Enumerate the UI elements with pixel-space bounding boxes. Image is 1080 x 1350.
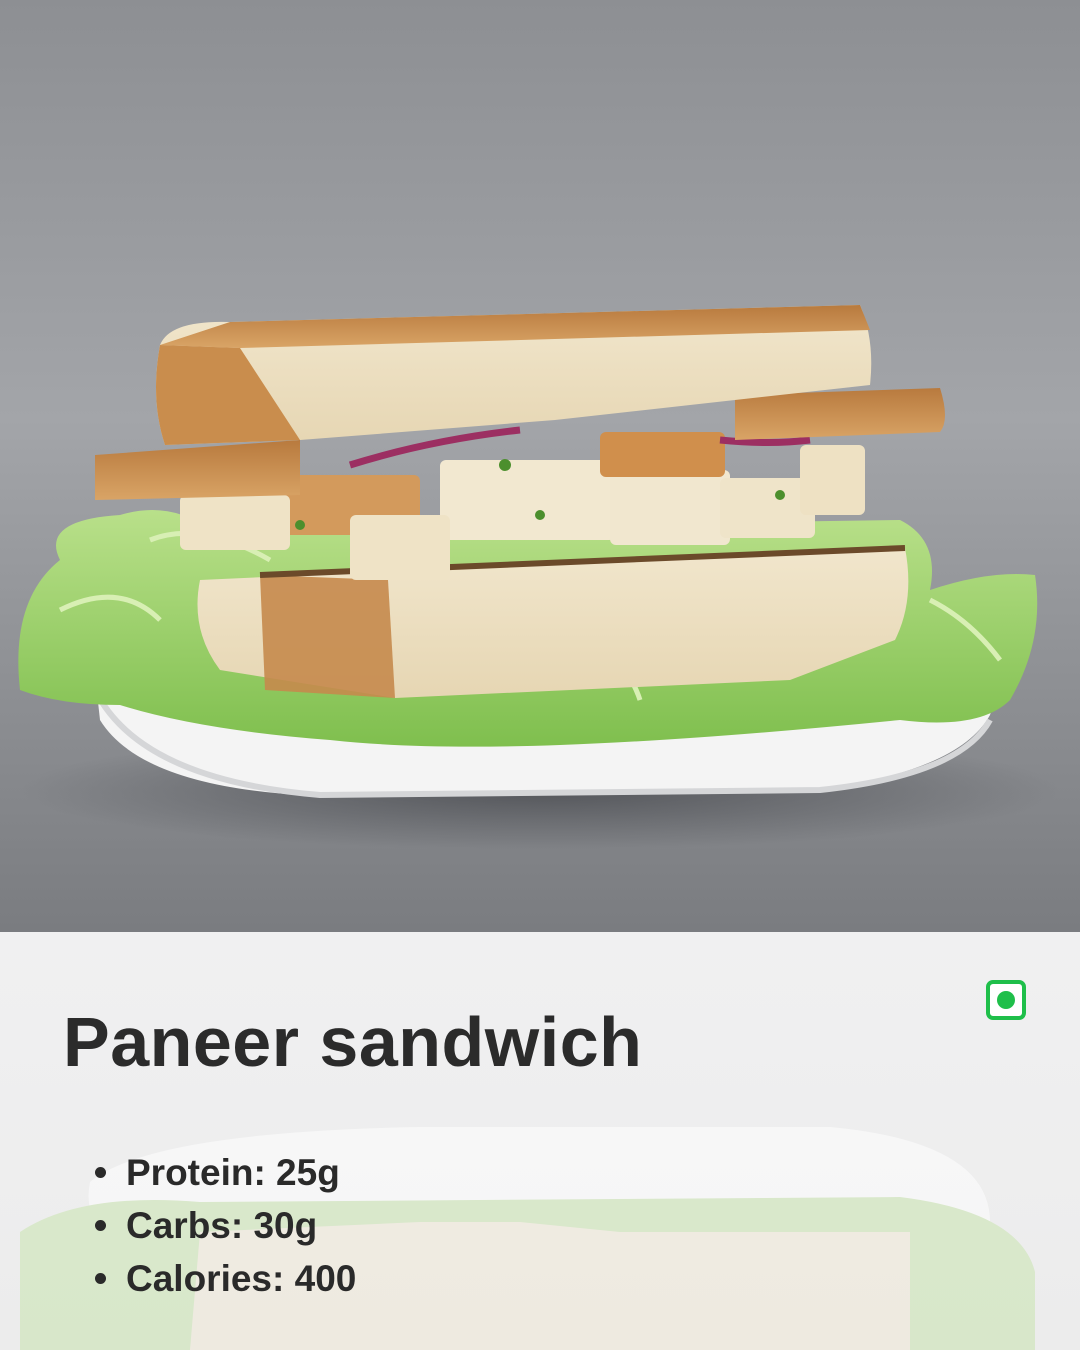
dish-title: Paneer sandwich	[63, 1003, 643, 1081]
sandwich-photo	[0, 0, 1080, 932]
nutrition-list: Protein: 25g Carbs: 30g Calories: 400	[94, 1146, 356, 1305]
nutrition-protein: Protein: 25g	[94, 1146, 356, 1199]
dish-card: Paneer sandwich Protein: 25g Carbs: 30g …	[0, 0, 1080, 1350]
nutrition-calories: Calories: 400	[94, 1252, 356, 1305]
veg-indicator-icon	[986, 980, 1026, 1020]
veg-indicator-dot	[997, 991, 1015, 1009]
nutrition-carbs: Carbs: 30g	[94, 1199, 356, 1252]
